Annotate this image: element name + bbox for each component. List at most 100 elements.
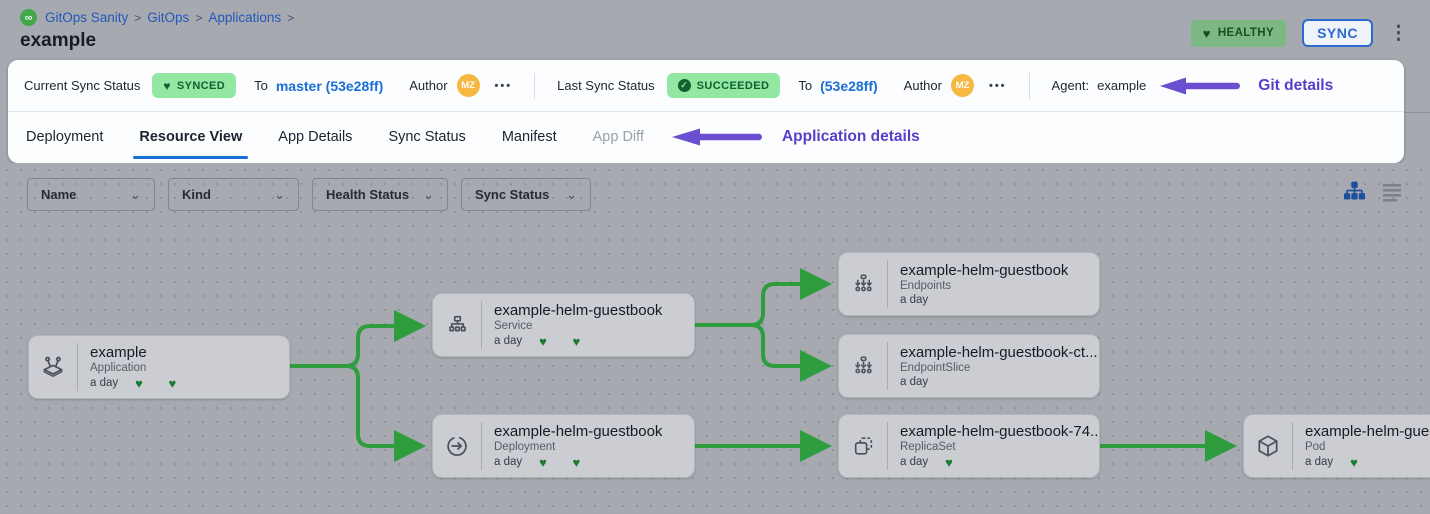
divider [1404, 112, 1430, 113]
more-commit-info-button[interactable]: ••• [989, 80, 1007, 92]
sync-status-bar: Current Sync Status ♥ SYNCED To master (… [8, 60, 1404, 112]
tab-sync-status[interactable]: Sync Status [388, 129, 465, 145]
app-details-panel: Current Sync Status ♥ SYNCED To master (… [8, 60, 1404, 163]
heart-icon: ♥ [1203, 26, 1211, 41]
service-icon [433, 313, 481, 338]
tab-bar: Deployment Resource View App Details Syn… [8, 112, 1404, 162]
annotation-arrow-left-icon [672, 128, 764, 146]
divider [534, 73, 535, 99]
last-sync-status-label: Last Sync Status [557, 78, 655, 93]
node-kind: Service [494, 320, 662, 332]
node-kind: Endpoints [900, 280, 1068, 292]
breadcrumb-link-gitops[interactable]: GitOps [147, 10, 189, 25]
sync-button[interactable]: SYNC [1302, 19, 1373, 47]
application-icon [29, 354, 77, 380]
resource-node-pod[interactable]: example-helm-guestbook-74... Pod a day ♥ [1243, 414, 1430, 478]
more-commit-info-button[interactable]: ••• [495, 80, 513, 92]
author-label: Author [904, 78, 942, 93]
node-age: a day [90, 377, 118, 389]
author-avatar: MZ [457, 74, 480, 97]
gitops-logo-icon: ∞ [20, 9, 37, 26]
resource-node-replicaset[interactable]: example-helm-guestbook-74... ReplicaSet … [838, 414, 1100, 478]
health-heart-icons: ♥ ♥ [135, 376, 176, 391]
resource-node-endpoints[interactable]: example-helm-guestbook Endpoints a day [838, 252, 1100, 316]
tab-manifest[interactable]: Manifest [502, 129, 557, 145]
node-name: example-helm-guestbook-74... [900, 423, 1099, 440]
agent-label: Agent: [1052, 78, 1090, 93]
to-label: To [798, 78, 812, 93]
node-kind: Application [90, 362, 176, 374]
node-name: example-helm-guestbook-ct... [900, 344, 1098, 361]
breadcrumb: ∞ GitOps Sanity > GitOps > Applications … [20, 9, 294, 26]
node-name: example [90, 344, 176, 361]
health-heart-icons: ♥ ♥ [539, 334, 580, 349]
tab-resource-view[interactable]: Resource View [139, 129, 242, 145]
to-label: To [254, 78, 268, 93]
node-kind: EndpointSlice [900, 362, 1098, 374]
node-body: example-helm-guestbook Service a day ♥ ♥ [482, 302, 662, 349]
application-details-annotation: Application details [782, 128, 920, 146]
endpoints-icon [839, 272, 887, 297]
node-body: example Application a day ♥ ♥ [78, 344, 176, 391]
resource-node-endpointslice[interactable]: example-helm-guestbook-ct... EndpointSli… [838, 334, 1100, 398]
divider [1029, 73, 1030, 99]
health-heart-icons: ♥ [945, 455, 953, 470]
check-circle-icon: ✓ [678, 79, 691, 92]
node-age: a day [900, 376, 928, 388]
author-avatar: MZ [951, 74, 974, 97]
breadcrumb-separator: > [287, 11, 294, 25]
breadcrumb-separator: > [134, 11, 141, 25]
header-actions: ♥ HEALTHY SYNC ⋮ [1191, 19, 1408, 47]
node-age: a day [900, 294, 928, 306]
synced-badge-label: SYNCED [177, 80, 225, 92]
last-revision-link[interactable]: (53e28ff) [820, 78, 878, 94]
page-title: example [20, 30, 96, 52]
pod-icon [1244, 433, 1292, 459]
synced-badge: ♥ SYNCED [152, 73, 236, 98]
node-name: example-helm-guestbook [900, 262, 1068, 279]
replicaset-icon [839, 434, 887, 459]
resource-node-deployment[interactable]: example-helm-guestbook Deployment a day … [432, 414, 695, 478]
endpointslice-icon [839, 354, 887, 379]
health-heart-icons: ♥ [1350, 455, 1358, 470]
kebab-menu-icon[interactable]: ⋮ [1389, 24, 1408, 43]
node-name: example-helm-guestbook-74... [1305, 423, 1430, 440]
tab-deployment[interactable]: Deployment [26, 129, 103, 145]
node-body: example-helm-guestbook-74... Pod a day ♥ [1293, 423, 1430, 470]
tab-app-diff[interactable]: App Diff [593, 129, 644, 145]
heart-icon: ♥ [163, 79, 171, 93]
node-body: example-helm-guestbook-74... ReplicaSet … [888, 423, 1099, 470]
node-name: example-helm-guestbook [494, 302, 662, 319]
node-body: example-helm-guestbook-ct... EndpointSli… [888, 344, 1098, 388]
health-heart-icons: ♥ ♥ [539, 455, 580, 470]
breadcrumb-link-account[interactable]: GitOps Sanity [45, 10, 128, 25]
annotation-arrow-left-icon [1160, 77, 1242, 95]
current-sync-status-label: Current Sync Status [24, 78, 140, 93]
git-details-annotation: Git details [1258, 77, 1333, 95]
resource-graph-canvas[interactable]: Name ⌄ Kind ⌄ Health Status ⌄ Sync Statu… [0, 163, 1430, 514]
node-kind: Pod [1305, 441, 1430, 453]
resource-node-service[interactable]: example-helm-guestbook Service a day ♥ ♥ [432, 293, 695, 357]
succeeded-badge-label: SUCCEEDED [697, 80, 770, 92]
node-age: a day [494, 335, 522, 347]
node-age: a day [900, 456, 928, 468]
page-header: ∞ GitOps Sanity > GitOps > Applications … [0, 0, 1430, 60]
author-label: Author [409, 78, 447, 93]
node-body: example-helm-guestbook Endpoints a day [888, 262, 1068, 306]
health-badge-label: HEALTHY [1218, 27, 1274, 39]
current-revision-link[interactable]: master (53e28ff) [276, 78, 383, 94]
tab-app-details[interactable]: App Details [278, 129, 352, 145]
succeeded-badge: ✓ SUCCEEDED [667, 73, 781, 98]
agent-value: example [1097, 78, 1146, 93]
deployment-icon [433, 433, 481, 459]
breadcrumb-link-applications[interactable]: Applications [208, 10, 281, 25]
health-status-badge: ♥ HEALTHY [1191, 20, 1286, 47]
node-age: a day [494, 456, 522, 468]
node-age: a day [1305, 456, 1333, 468]
node-kind: ReplicaSet [900, 441, 1099, 453]
node-kind: Deployment [494, 441, 662, 453]
node-body: example-helm-guestbook Deployment a day … [482, 423, 662, 470]
resource-node-application[interactable]: example Application a day ♥ ♥ [28, 335, 290, 399]
node-name: example-helm-guestbook [494, 423, 662, 440]
breadcrumb-separator: > [195, 11, 202, 25]
